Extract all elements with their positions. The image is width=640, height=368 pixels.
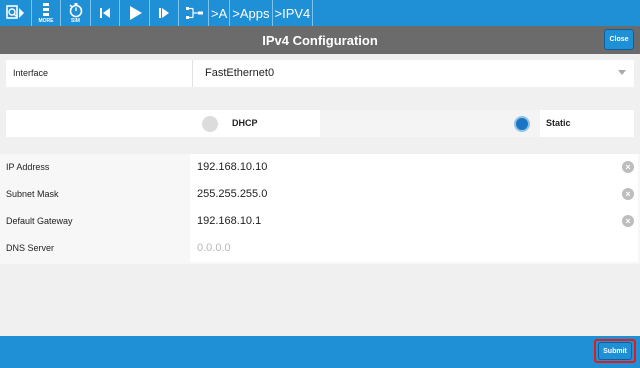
ip-address-label: IP Address (6, 162, 50, 172)
subnet-mask-label: Subnet Mask (6, 189, 59, 199)
step-forward-icon (159, 8, 169, 18)
zoom-icon (5, 5, 24, 19)
dns-server-row: DNS Server 0.0.0.0 (0, 235, 640, 262)
play-icon (129, 6, 142, 20)
dns-server-label: DNS Server (6, 243, 55, 253)
chevron-down-icon (618, 70, 626, 75)
step-forward-button[interactable] (150, 0, 179, 26)
default-gateway-row: Default Gateway 192.168.10.1 × (0, 208, 640, 235)
ip-address-row: IP Address 192.168.10.10 × (0, 154, 640, 181)
default-gateway-field[interactable]: 192.168.10.1 × (190, 208, 638, 235)
ip-address-value: 192.168.10.10 (197, 161, 268, 173)
title-bar: IPv4 Configuration Close (0, 26, 640, 54)
stopwatch-icon (69, 3, 82, 18)
step-back-button[interactable] (91, 0, 120, 26)
submit-button[interactable]: Submit (598, 342, 632, 360)
static-label: Static (546, 118, 571, 128)
ip-address-field[interactable]: 192.168.10.10 × (190, 154, 638, 181)
ip-form: IP Address 192.168.10.10 × Subnet Mask 2… (0, 154, 640, 264)
topology-button[interactable] (179, 0, 209, 26)
sim-label: SIM (71, 18, 80, 24)
dns-server-placeholder: 0.0.0.0 (197, 242, 231, 254)
subnet-mask-row: Subnet Mask 255.255.255.0 × (0, 181, 640, 208)
dns-server-field[interactable]: 0.0.0.0 (190, 235, 638, 262)
top-toolbar: MORE SIM >A >Apps >IPV4 (0, 0, 640, 26)
more-button[interactable]: MORE (32, 0, 61, 26)
default-gateway-label: Default Gateway (6, 216, 73, 226)
bottom-bar (0, 336, 640, 368)
ip-mode-row: DHCP Static (6, 110, 634, 137)
page-title: IPv4 Configuration (262, 32, 378, 48)
dhcp-radio-button[interactable] (202, 116, 218, 132)
clear-icon[interactable]: × (622, 215, 634, 227)
subnet-mask-field[interactable]: 255.255.255.0 × (190, 181, 638, 208)
more-icon (43, 3, 49, 16)
app-window: MORE SIM >A >Apps >IPV4 IPv4 Configurati… (0, 0, 640, 368)
close-button[interactable]: Close (604, 29, 634, 50)
default-gateway-value: 192.168.10.1 (197, 215, 262, 227)
topology-icon (185, 7, 203, 19)
subnet-mask-value: 255.255.255.0 (197, 188, 268, 200)
play-button[interactable] (120, 0, 150, 26)
dhcp-radio-option[interactable]: DHCP (6, 110, 320, 137)
clear-icon[interactable]: × (622, 161, 634, 173)
breadcrumb-ipv4[interactable]: >IPV4 (273, 0, 314, 26)
static-radio-button[interactable] (514, 116, 530, 132)
more-label: MORE (38, 18, 54, 24)
sim-button[interactable]: SIM (61, 0, 91, 26)
zoom-button[interactable] (0, 0, 32, 26)
interface-row: Interface FastEthernet0 (6, 60, 634, 87)
clear-icon[interactable]: × (622, 188, 634, 200)
breadcrumb-apps[interactable]: >Apps (230, 0, 273, 26)
step-back-icon (100, 8, 110, 18)
interface-select[interactable]: FastEthernet0 (192, 60, 634, 87)
interface-value: FastEthernet0 (205, 67, 275, 79)
static-label-cell: Static (540, 110, 634, 137)
breadcrumb-a[interactable]: >A (209, 0, 231, 26)
dhcp-label: DHCP (232, 118, 258, 128)
interface-label: Interface (13, 68, 49, 78)
